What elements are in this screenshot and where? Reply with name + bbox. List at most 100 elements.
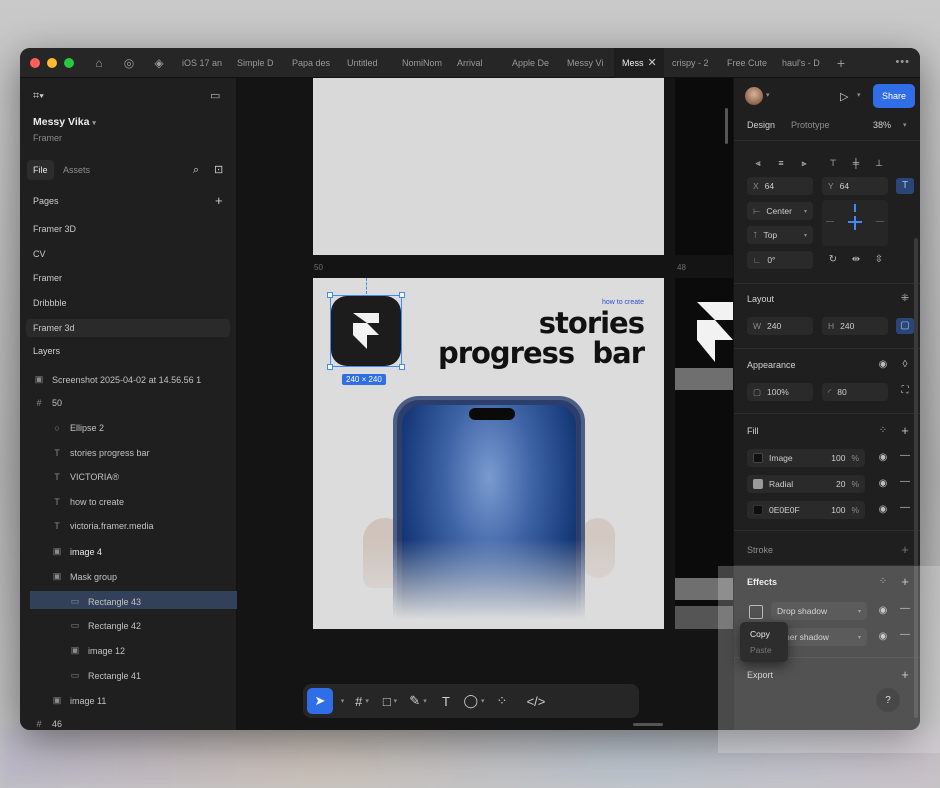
layer-row-selected[interactable]: ▣ image 4 [52, 546, 102, 557]
canvas[interactable]: 50 48 240 × 240 how to create stories pr… [237, 78, 733, 730]
rotation-input[interactable]: ∟ 0° [747, 251, 813, 269]
remove-fill-icon[interactable]: — [898, 450, 912, 461]
layer-row[interactable]: ○ Ellipse 2 [52, 423, 104, 433]
fill-row[interactable]: 0E0E0F 100% [747, 501, 865, 519]
layer-row[interactable]: ▣ Mask group [52, 571, 117, 582]
text-tool-button[interactable]: T [433, 688, 459, 714]
tab-file[interactable]: iOS 17 an [174, 48, 229, 78]
layer-row[interactable]: ▭ Rectangle 41 [70, 670, 141, 681]
tab-file[interactable]: Arrival [449, 48, 504, 78]
frame-label[interactable]: 48 [677, 263, 686, 272]
tab-assets[interactable]: Assets [57, 160, 96, 180]
chevron-down-icon[interactable]: ▾ [903, 121, 907, 129]
drop-icon[interactable]: ◊ [898, 359, 912, 370]
frame-adjacent[interactable] [675, 78, 733, 255]
add-fill-icon[interactable]: + [898, 423, 912, 438]
radius-input[interactable]: ◜ 80 [822, 383, 888, 401]
corner-expand-icon[interactable]: ⛶ [898, 385, 912, 396]
tab-file[interactable]: Free Cute [719, 48, 774, 78]
align-left-icon[interactable]: ⫷ [751, 158, 765, 169]
resize-handle[interactable] [399, 292, 405, 298]
styles-grid-icon[interactable]: ⁘ [876, 576, 890, 587]
resize-handle[interactable] [327, 292, 333, 298]
layer-row[interactable]: Thow to create [52, 497, 124, 507]
close-window-button[interactable] [30, 57, 40, 68]
chevron-down-icon[interactable]: ▾ [335, 688, 347, 714]
globe-icon[interactable]: ◎ [114, 48, 144, 78]
add-page-icon[interactable]: + [215, 193, 223, 208]
eye-icon[interactable]: ◉ [876, 631, 890, 642]
chevron-down-icon[interactable]: ▾ [766, 91, 770, 99]
page-item[interactable]: Framer 3d [33, 323, 75, 333]
project-name[interactable]: Messy Vika ▾ [33, 116, 96, 128]
constraint-right-bar[interactable] [876, 221, 884, 222]
tab-file[interactable]: Simple D [229, 48, 284, 78]
chevron-down-icon[interactable]: ▾ [857, 91, 861, 99]
rectangle-tool-button[interactable]: □ ▾ [377, 688, 403, 714]
frame-48[interactable] [675, 278, 733, 629]
fill-row[interactable]: Image 100% [747, 449, 865, 467]
paste-menu-item[interactable]: Paste [740, 642, 788, 658]
panel-scrollbar[interactable] [914, 238, 918, 718]
width-input[interactable]: W 240 [747, 317, 813, 335]
layer-row[interactable]: ▣ image 12 [70, 645, 125, 656]
move-tool-button[interactable]: ➤ [307, 688, 333, 714]
book-icon[interactable]: ⊡ [214, 163, 223, 176]
pen-tool-button[interactable]: ✎ ▾ [405, 688, 431, 714]
horizontal-scrollbar[interactable] [633, 723, 663, 726]
fill-row[interactable]: Radial 20% [747, 475, 865, 493]
y-input[interactable]: Y 64 [822, 177, 888, 195]
effect-select[interactable]: Drop shadow ▾ [771, 602, 867, 620]
frame-50[interactable]: 240 × 240 how to create stories progress… [313, 278, 664, 629]
play-icon[interactable]: ▷ [840, 90, 848, 103]
constraint-left-bar[interactable] [826, 221, 834, 222]
zoom-level[interactable]: 38% [873, 120, 891, 130]
constraint-widget[interactable] [822, 200, 888, 246]
layer-row[interactable]: #46 [34, 719, 62, 729]
more-icon[interactable]: ••• [895, 56, 910, 68]
tab-file[interactable]: haul's - D [774, 48, 829, 78]
effect-toggle-icon[interactable] [749, 605, 763, 619]
tab-file[interactable]: NomiNom [394, 48, 449, 78]
add-effect-icon[interactable]: + [898, 574, 912, 589]
tab-file-panel[interactable]: File [27, 160, 54, 180]
minimize-window-button[interactable] [47, 57, 57, 68]
canvas-scrollbar[interactable] [725, 108, 728, 144]
home-icon[interactable]: ⌂ [84, 48, 114, 78]
close-tab-icon[interactable]: ✕ [648, 56, 657, 69]
constraint-center-v-bar[interactable] [854, 216, 856, 230]
constraint-top-bar[interactable] [854, 204, 856, 212]
resize-handle[interactable] [327, 364, 333, 370]
eye-icon[interactable]: ◉ [876, 504, 890, 515]
layer-row[interactable]: Tstories progress bar [52, 448, 149, 458]
remove-effect-icon[interactable]: — [898, 629, 912, 640]
height-input[interactable]: H 240 [822, 317, 888, 335]
frame-previous[interactable] [313, 78, 664, 255]
remove-fill-icon[interactable]: — [898, 476, 912, 487]
flip-vertical-icon[interactable]: ⇳ [872, 254, 886, 265]
remove-fill-icon[interactable]: — [898, 502, 912, 513]
layer-row[interactable]: ▭ Rectangle 42 [70, 620, 141, 631]
comment-tool-button[interactable]: ◯ ▾ [461, 688, 487, 714]
page-item[interactable]: Dribbble [33, 298, 67, 308]
remove-effect-icon[interactable]: — [898, 603, 912, 614]
page-item[interactable]: Framer 3D [33, 224, 76, 234]
resize-handle[interactable] [399, 364, 405, 370]
maximize-window-button[interactable] [64, 57, 74, 68]
copy-menu-item[interactable]: Copy [740, 626, 788, 642]
layer-row[interactable]: #50 [34, 398, 62, 408]
sidebar-toggle-icon[interactable]: ▭ [210, 89, 220, 102]
page-item[interactable]: CV [33, 249, 46, 259]
help-button[interactable]: ? [876, 688, 900, 712]
add-export-icon[interactable]: + [898, 667, 912, 682]
layer-row[interactable]: T VICTORIA® [52, 472, 119, 482]
eye-icon[interactable]: ◉ [876, 359, 890, 370]
align-center-h-icon[interactable]: ≡ [774, 158, 788, 168]
tab-file[interactable]: Papa des [284, 48, 339, 78]
tag-icon[interactable]: ◈ [144, 48, 174, 78]
horizontal-constraint-select[interactable]: ⊢ Center ▾ [747, 202, 813, 220]
search-icon[interactable]: ⌕ [193, 164, 199, 177]
tab-file[interactable]: crispy - 2 [664, 48, 719, 78]
layer-row[interactable]: ▭ Rectangle 43 [70, 596, 141, 607]
tab-file[interactable]: Untitled [339, 48, 394, 78]
